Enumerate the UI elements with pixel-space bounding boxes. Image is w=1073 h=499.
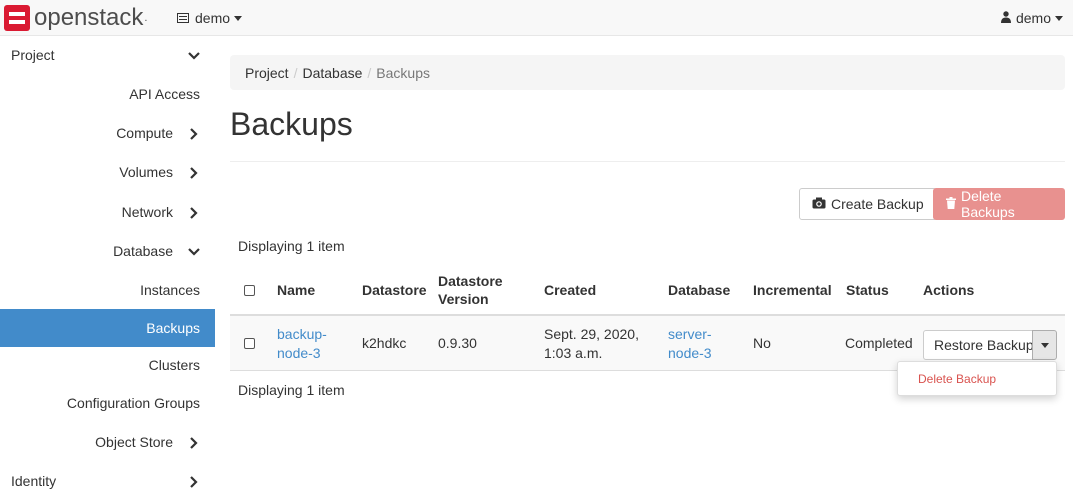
name-line: backup- [277, 325, 327, 342]
cell-created: Sept. 29, 2020, 1:03 a.m. [544, 316, 639, 371]
row-actions-menu: Delete Backup [897, 361, 1057, 396]
breadcrumb-item-project[interactable]: Project [245, 65, 289, 81]
column-header-actions: Actions [923, 282, 975, 298]
sidebar-item-label: API Access [129, 86, 200, 102]
column-header-status[interactable]: Status [846, 264, 889, 316]
chevron-right-icon [173, 164, 215, 181]
sidebar-item-project[interactable]: Project [0, 37, 215, 73]
name-line: node-3 [277, 344, 321, 361]
sidebar-item-compute[interactable]: Compute [0, 115, 215, 151]
delete-backups-button[interactable]: Delete Backups [933, 188, 1065, 220]
user-icon [1000, 10, 1011, 26]
sidebar-item-object-store[interactable]: Object Store [0, 424, 215, 460]
title-divider [230, 161, 1065, 162]
delete-backups-label: Delete Backups [961, 188, 1015, 220]
column-header-database[interactable]: Database [668, 264, 730, 316]
project-switcher[interactable]: demo [177, 0, 243, 36]
created-line: 1:03 a.m. [544, 344, 603, 361]
cell-datastore: k2hdkc [362, 335, 407, 351]
table-header: Name Datastore Datastore Version Created… [230, 264, 1065, 316]
user-name: demo [1015, 10, 1051, 26]
sidebar-item-label: Volumes [119, 164, 173, 180]
chevron-right-icon [173, 125, 215, 142]
column-header-name[interactable]: Name [277, 264, 315, 316]
sidebar-item-label: Instances [140, 282, 200, 298]
sidebar-item-label: Network [121, 204, 173, 220]
top-navbar: openstack. demo demo [0, 0, 1073, 36]
chevron-right-icon [173, 473, 215, 490]
breadcrumb-item-backups: Backups [376, 64, 430, 81]
camera-icon [812, 196, 826, 212]
create-backup-button[interactable]: Create Backup [799, 188, 937, 220]
database-link[interactable]: server- node-3 [668, 316, 712, 371]
database-line: node-3 [668, 344, 712, 361]
select-all-checkbox[interactable] [244, 264, 255, 316]
sidebar-item-instances[interactable]: Instances [0, 272, 215, 308]
trash-icon [946, 196, 956, 212]
header-line: Datastore [438, 273, 503, 289]
header-line: Version [438, 291, 489, 307]
brand-name: openstack [34, 4, 144, 31]
column-header-datastore-version[interactable]: Datastore Version [438, 264, 503, 316]
display-count-top: Displaying 1 item [238, 238, 345, 254]
sidebar-item-volumes[interactable]: Volumes [0, 154, 215, 190]
sidebar-item-clusters[interactable]: Clusters [0, 347, 215, 383]
sidebar-item-label: Backups [146, 320, 200, 336]
sidebar-item-database[interactable]: Database [0, 233, 215, 269]
cell-incremental: No [753, 335, 771, 351]
openstack-logo-icon [4, 5, 30, 31]
sidebar-item-configuration-groups[interactable]: Configuration Groups [0, 385, 215, 421]
column-header-incremental[interactable]: Incremental [753, 264, 832, 316]
sidebar-item-label: Object Store [95, 434, 173, 450]
caret-down-icon [1040, 342, 1049, 348]
database-line: server- [668, 325, 712, 342]
breadcrumb-separator: / [293, 64, 298, 81]
sidebar-item-label: Clusters [148, 357, 200, 373]
created-line: Sept. 29, 2020, [544, 325, 639, 342]
brand-trademark: . [144, 12, 148, 24]
chevron-right-icon [173, 434, 215, 451]
sidebar-item-network[interactable]: Network [0, 194, 215, 230]
sidebar-item-backups[interactable]: Backups [0, 309, 215, 347]
page-title: Backups [230, 106, 353, 142]
sidebar-item-label: Configuration Groups [66, 395, 200, 411]
caret-down-icon [1055, 15, 1063, 21]
restore-backup-button[interactable]: Restore Backup [923, 330, 1045, 360]
openstack-logo[interactable]: openstack. [4, 5, 147, 31]
project-name: demo [195, 10, 231, 26]
chevron-right-icon [173, 204, 215, 221]
breadcrumb-separator: / [367, 64, 372, 81]
column-header-datastore[interactable]: Datastore [362, 264, 427, 316]
sidebar-item-label: Database [113, 243, 173, 259]
row-checkbox[interactable] [244, 316, 255, 371]
create-backup-label: Create Backup [831, 196, 924, 212]
cell-datastore-version: 0.9.30 [438, 335, 477, 351]
sidebar-item-label: Compute [116, 125, 173, 141]
breadcrumb-item-database[interactable]: Database [302, 65, 362, 81]
chevron-down-icon [173, 47, 215, 64]
user-menu[interactable]: demo [1000, 0, 1063, 36]
sidebar: Project API Access Compute Volumes Netwo… [0, 36, 215, 494]
sidebar-item-label: Identity [11, 473, 57, 489]
server-icon [177, 11, 189, 26]
caret-down-icon [234, 15, 243, 21]
backup-name-link[interactable]: backup- node-3 [277, 316, 327, 371]
chevron-down-icon [173, 243, 215, 260]
delete-backup-menu-item[interactable]: Delete Backup [918, 372, 996, 386]
breadcrumb: Project / Database / Backups [230, 55, 1065, 90]
sidebar-item-api-access[interactable]: API Access [0, 76, 215, 112]
row-actions-dropdown-toggle[interactable] [1032, 330, 1057, 360]
column-header-created[interactable]: Created [544, 264, 596, 316]
display-count-bottom: Displaying 1 item [238, 382, 345, 398]
sidebar-item-label: Project [11, 47, 55, 63]
